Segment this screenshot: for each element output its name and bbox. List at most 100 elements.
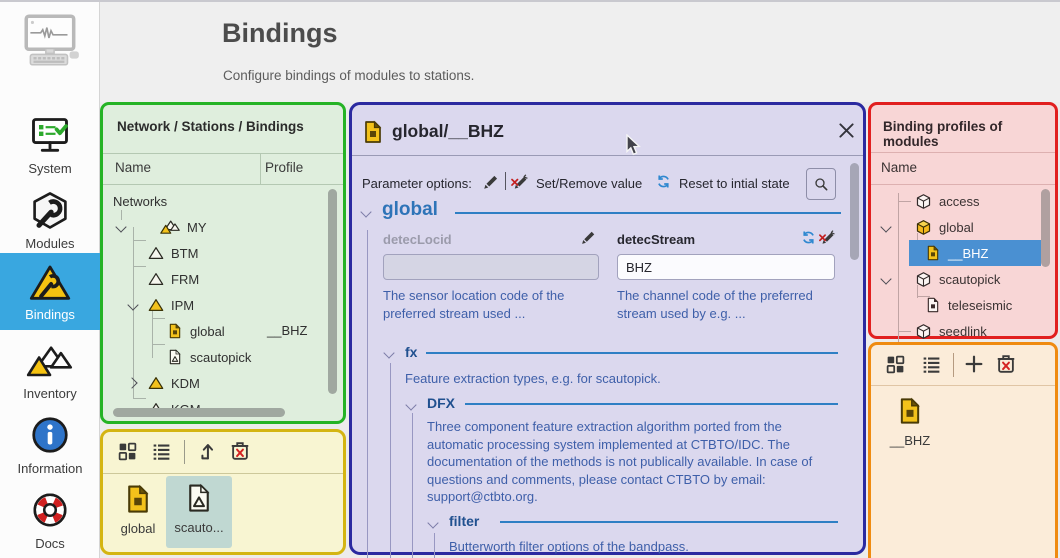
search-icon: [813, 175, 829, 193]
module-icon: [915, 323, 932, 340]
list-view-icon[interactable]: [151, 441, 172, 462]
bindings-icon: [28, 262, 72, 306]
icon-view-icon[interactable]: [885, 354, 906, 375]
tree-row-btm[interactable]: BTM: [148, 240, 198, 266]
toolbar-separator: [953, 353, 954, 377]
tree-row-frm[interactable]: FRM: [148, 266, 199, 292]
station-icon: [148, 245, 164, 261]
expander-icon[interactable]: [115, 221, 126, 232]
system-icon: [28, 114, 72, 158]
station-bound-icon: [148, 297, 164, 313]
section-collapse-icon[interactable]: [405, 399, 416, 410]
delete-binding-icon[interactable]: [229, 440, 251, 462]
section-collapse-icon[interactable]: [360, 206, 371, 217]
close-icon[interactable]: [836, 120, 857, 141]
icon-view-icon[interactable]: [117, 441, 138, 462]
binding-item-global[interactable]: global: [113, 478, 163, 546]
tree-row-kdm[interactable]: KDM: [148, 370, 200, 396]
tree-row-my[interactable]: MY: [160, 214, 207, 240]
binding-file-icon: [123, 482, 153, 516]
expander-icon[interactable]: [126, 377, 137, 388]
tree-row-bhz-profile[interactable]: __BHZ: [925, 240, 988, 266]
remove-value-icon[interactable]: [818, 228, 836, 246]
page-title: Bindings: [222, 18, 338, 49]
section-title-fx: fx: [405, 344, 417, 360]
tree-row-teleseismic[interactable]: teleseismic: [925, 292, 1012, 318]
field-label-detecLocid: detecLocid: [383, 232, 452, 247]
sidebar-item-modules[interactable]: Modules: [0, 183, 100, 257]
binding-file-outline-icon: [167, 349, 183, 365]
profiles-panel-title: Binding profiles of modules: [883, 119, 1055, 149]
binding-file-icon: [896, 395, 924, 427]
tree-row-networks[interactable]: Networks: [113, 188, 167, 214]
field-description: The sensor location code of the preferre…: [383, 287, 599, 322]
sidebar-item-inventory[interactable]: Inventory: [0, 333, 100, 407]
toolbar-separator: [505, 172, 506, 190]
toolbar-label: Parameter options:: [362, 176, 472, 191]
edit-value-icon[interactable]: [580, 229, 597, 246]
binding-file-outline-icon: [184, 481, 214, 515]
sidebar: System Modules Bindings Inventory Inform…: [0, 102, 100, 558]
list-view-icon[interactable]: [921, 354, 942, 375]
expander-icon[interactable]: [880, 221, 891, 232]
reset-value-icon[interactable]: [800, 229, 817, 246]
tree-row-ipm[interactable]: IPM: [148, 292, 194, 318]
edit-value-icon[interactable]: [482, 173, 500, 191]
expander-icon[interactable]: [127, 299, 138, 310]
editor-vertical-scrollbar[interactable]: [850, 163, 859, 260]
inventory-icon: [26, 343, 74, 383]
tree-row-global-binding[interactable]: global: [167, 318, 225, 344]
profile-file-icon: [925, 297, 941, 313]
station-bound-icon: [148, 375, 164, 391]
module-icon: [915, 271, 932, 288]
tree-row-scautopick-binding[interactable]: scautopick: [167, 344, 251, 370]
search-button[interactable]: [806, 168, 836, 200]
network-icon: [160, 219, 180, 236]
section-collapse-icon[interactable]: [383, 347, 394, 358]
section-collapse-icon[interactable]: [427, 517, 438, 528]
section-description: Feature extraction types, e.g. for scaut…: [405, 370, 825, 388]
column-header-name[interactable]: Name: [881, 160, 917, 175]
vertical-scrollbar[interactable]: [328, 189, 337, 394]
sidebar-item-bindings[interactable]: Bindings: [0, 253, 100, 330]
reset-icon[interactable]: [655, 173, 672, 190]
stations-panel-title: Network / Stations / Bindings: [117, 119, 304, 134]
station-icon: [148, 271, 164, 287]
sidebar-item-docs[interactable]: Docs: [0, 483, 100, 557]
detecStream-input[interactable]: [617, 254, 835, 280]
sidebar-item-system[interactable]: System: [0, 108, 100, 182]
column-header-name[interactable]: Name: [115, 160, 151, 175]
docs-icon: [29, 489, 71, 531]
sidebar-item-label: Docs: [0, 536, 100, 551]
tree-row-scautopick-module[interactable]: scautopick: [915, 266, 1000, 292]
module-bound-icon: [915, 219, 932, 236]
sidebar-item-label: System: [0, 161, 100, 176]
expander-icon[interactable]: [880, 273, 891, 284]
sidebar-item-label: Information: [0, 461, 100, 476]
binding-item-scautopick[interactable]: scauto...: [166, 476, 232, 548]
page-subtitle: Configure bindings of modules to station…: [223, 68, 474, 83]
information-icon: [29, 414, 71, 456]
station-bindings-panel: global scauto...: [100, 429, 346, 555]
detecLocid-input: [383, 254, 599, 280]
stations-tree-panel: Network / Stations / Bindings Name Profi…: [100, 102, 346, 424]
column-header-profile[interactable]: Profile: [265, 160, 303, 175]
horizontal-scrollbar[interactable]: [113, 408, 285, 417]
upload-binding-icon[interactable]: [196, 440, 218, 462]
tree-row-access[interactable]: access: [915, 188, 979, 214]
remove-value-icon[interactable]: [510, 172, 529, 191]
section-title-global: global: [382, 199, 438, 221]
tree-row-global-module[interactable]: global: [915, 214, 974, 240]
sidebar-item-label: Modules: [0, 236, 100, 251]
field-description: The channel code of the preferred stream…: [617, 287, 835, 322]
sidebar-item-information[interactable]: Information: [0, 408, 100, 482]
delete-profile-icon[interactable]: [995, 353, 1017, 375]
field-label-detecStream: detecStream: [617, 232, 695, 247]
section-description: Butterworth filter options of the bandpa…: [449, 538, 851, 556]
vertical-scrollbar[interactable]: [1041, 189, 1050, 267]
tree-row-seedlink[interactable]: seedlink: [915, 318, 987, 344]
profile-item-bhz[interactable]: __BHZ: [879, 391, 941, 459]
add-profile-icon[interactable]: [963, 353, 985, 375]
module-icon: [915, 193, 932, 210]
sidebar-item-label: Inventory: [0, 386, 100, 401]
